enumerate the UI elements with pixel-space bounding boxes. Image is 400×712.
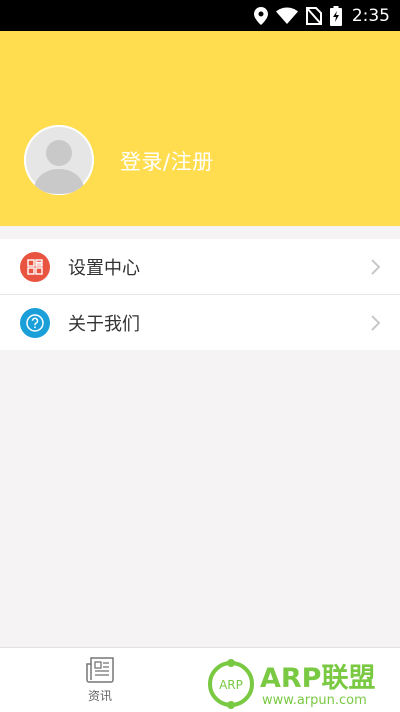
- tab-label: 资讯: [87, 689, 112, 703]
- status-icons: 2:35: [253, 0, 390, 31]
- menu-item-about[interactable]: 关于我们: [0, 294, 400, 350]
- default-avatar-icon[interactable]: [24, 125, 94, 195]
- status-time: 2:35: [351, 5, 390, 26]
- watermark-brand: ARP联盟: [260, 663, 375, 694]
- menu-list: 设置中心 关于我们: [0, 239, 400, 350]
- settings-grid-icon: [20, 251, 50, 282]
- watermark-badge-text: ARP: [219, 678, 243, 692]
- no-sim-icon: [305, 6, 322, 25]
- newspaper-icon: [70, 656, 130, 684]
- chevron-right-icon: [371, 314, 380, 331]
- arp-watermark: ARP ARP联盟 www.arpun.com: [204, 656, 400, 711]
- menu-item-label: 设置中心: [68, 257, 140, 279]
- wifi-icon: [275, 7, 298, 24]
- battery-charging-icon: [329, 5, 342, 26]
- question-icon: [20, 307, 50, 338]
- location-icon: [253, 6, 268, 25]
- login-register-link[interactable]: 登录/注册: [120, 146, 214, 176]
- status-bar: 2:35: [0, 0, 400, 31]
- chevron-right-icon: [371, 258, 380, 275]
- watermark-url: www.arpun.com: [262, 693, 367, 708]
- profile-header: 登录/注册: [0, 31, 400, 226]
- menu-item-settings[interactable]: 设置中心: [0, 239, 400, 294]
- menu-item-label: 关于我们: [68, 313, 140, 335]
- tab-news[interactable]: 资讯: [70, 656, 130, 704]
